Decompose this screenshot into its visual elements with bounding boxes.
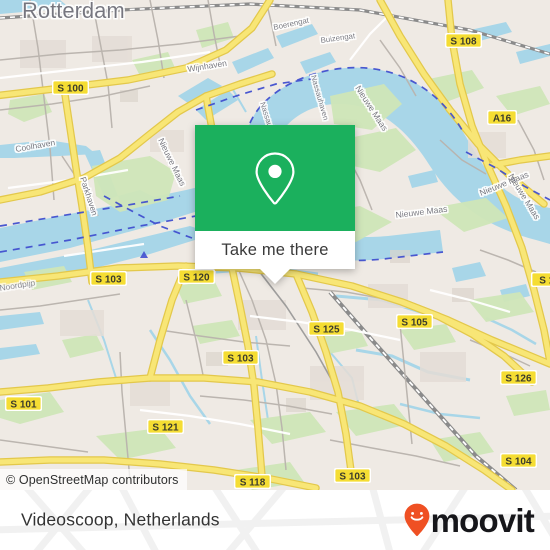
road-shield: S 103 bbox=[222, 350, 259, 365]
callout-pointer bbox=[260, 269, 290, 284]
svg-text:S 101: S 101 bbox=[10, 399, 37, 410]
svg-text:S 121: S 121 bbox=[152, 422, 179, 433]
road-shield: S 125 bbox=[308, 321, 345, 336]
road-shield: S 120 bbox=[178, 269, 215, 284]
svg-text:S 104: S 104 bbox=[505, 456, 532, 467]
road-shield: S 12 bbox=[531, 272, 550, 287]
road-shield: S 103 bbox=[334, 468, 371, 483]
svg-text:S 108: S 108 bbox=[450, 36, 477, 47]
road-shield: S 100 bbox=[52, 80, 89, 95]
footer-bar: Videoscoop, Netherlands moovit bbox=[0, 490, 550, 550]
moovit-wordmark: moovit bbox=[430, 501, 535, 539]
svg-text:S 103: S 103 bbox=[227, 353, 254, 364]
road-shield: S 101 bbox=[5, 396, 42, 411]
map-label-city: Rotterdam bbox=[22, 0, 125, 23]
page-title: Videoscoop, Netherlands bbox=[21, 509, 220, 530]
road-shield: S 108 bbox=[445, 33, 482, 48]
road-shield: S 118 bbox=[234, 474, 271, 489]
svg-text:S 100: S 100 bbox=[57, 83, 84, 94]
svg-text:S 105: S 105 bbox=[401, 317, 428, 328]
svg-text:S 12: S 12 bbox=[539, 275, 550, 286]
take-me-there-label: Take me there bbox=[221, 240, 329, 259]
svg-text:S 118: S 118 bbox=[240, 477, 266, 488]
moovit-smiley-pin-icon bbox=[404, 503, 430, 537]
take-me-there-button[interactable]: Take me there bbox=[195, 231, 355, 269]
road-shield: A16 bbox=[487, 110, 517, 125]
osm-attribution[interactable]: © OpenStreetMap contributors bbox=[0, 469, 187, 490]
map-pin-icon bbox=[255, 152, 295, 205]
svg-text:S 125: S 125 bbox=[313, 324, 340, 335]
svg-text:A16: A16 bbox=[493, 113, 512, 124]
svg-text:S 120: S 120 bbox=[183, 272, 210, 283]
svg-text:S 126: S 126 bbox=[505, 373, 532, 384]
svg-text:S 103: S 103 bbox=[95, 274, 122, 285]
osm-attribution-text: © OpenStreetMap contributors bbox=[6, 472, 179, 487]
callout-icon-area bbox=[195, 125, 355, 231]
app-root: Rotterdam Wijnhaven Boerengat Buizengat … bbox=[0, 0, 550, 550]
road-shield: S 104 bbox=[500, 453, 537, 468]
take-me-there-callout[interactable]: Take me there bbox=[195, 125, 355, 284]
svg-text:S 103: S 103 bbox=[339, 471, 366, 482]
road-shield: S 126 bbox=[500, 370, 537, 385]
moovit-logo: moovit bbox=[404, 501, 535, 539]
road-shield: S 121 bbox=[147, 419, 184, 434]
road-shield: S 105 bbox=[396, 314, 433, 329]
road-shield: S 103 bbox=[90, 271, 127, 286]
